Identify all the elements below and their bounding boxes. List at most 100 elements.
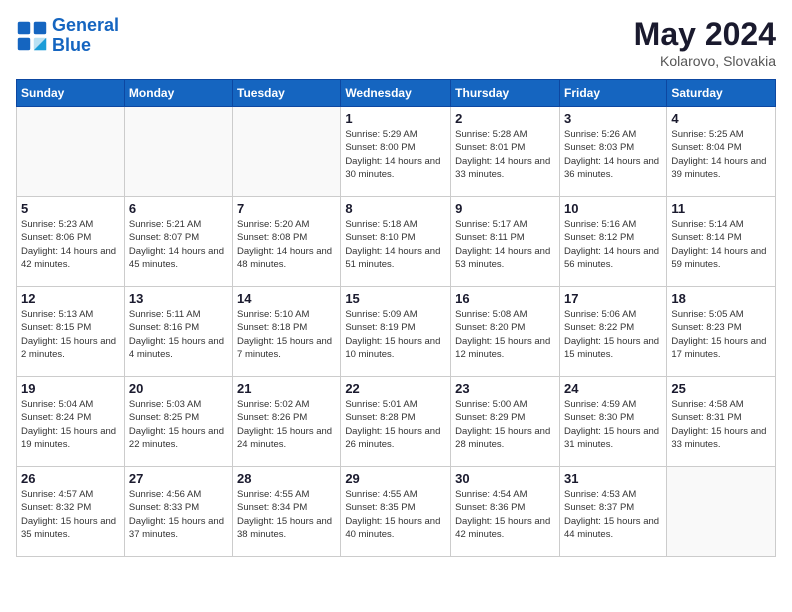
day-number: 10 xyxy=(564,201,662,216)
day-number: 26 xyxy=(21,471,120,486)
calendar-cell: 18Sunrise: 5:05 AM Sunset: 8:23 PM Dayli… xyxy=(667,287,776,377)
day-info: Sunrise: 5:09 AM Sunset: 8:19 PM Dayligh… xyxy=(345,308,446,361)
day-number: 5 xyxy=(21,201,120,216)
calendar-cell: 11 Sunrise: 5:14 AM Sunset: 8:14 PM Dayli… xyxy=(667,197,776,287)
day-number: 4 xyxy=(671,111,771,126)
calendar-week-row: 1 Sunrise: 5:29 AM Sunset: 8:00 PM Daylig… xyxy=(17,107,776,197)
day-info: Sunrise: 5:06 AM Sunset: 8:22 PM Dayligh… xyxy=(564,308,662,361)
calendar-cell: 28 Sunrise: 4:55 AM Sunset: 8:34 PM Dayli… xyxy=(233,467,341,557)
calendar-cell xyxy=(233,107,341,197)
weekday-header-tuesday: Tuesday xyxy=(233,80,341,107)
calendar-cell: 21 Sunrise: 5:02 AM Sunset: 8:26 PM Dayli… xyxy=(233,377,341,467)
day-number: 24 xyxy=(564,381,662,396)
calendar-cell: 9 Sunrise: 5:17 AM Sunset: 8:11 PM Daylig… xyxy=(451,197,560,287)
calendar-cell: 24 Sunrise: 4:59 AM Sunset: 8:30 PM Dayli… xyxy=(559,377,666,467)
day-info: Sunrise: 4:56 AM Sunset: 8:33 PM Dayligh… xyxy=(129,488,228,541)
logo: General Blue xyxy=(16,16,119,56)
calendar-cell: 31Sunrise: 4:53 AM Sunset: 8:37 PM Dayli… xyxy=(559,467,666,557)
calendar-cell: 8Sunrise: 5:18 AM Sunset: 8:10 PM Daylig… xyxy=(341,197,451,287)
day-number: 28 xyxy=(237,471,336,486)
day-number: 23 xyxy=(455,381,555,396)
page-header: General Blue May 2024 Kolarovo, Slovakia xyxy=(16,16,776,69)
day-number: 18 xyxy=(671,291,771,306)
logo-text: General Blue xyxy=(52,16,119,56)
calendar-cell: 22Sunrise: 5:01 AM Sunset: 8:28 PM Dayli… xyxy=(341,377,451,467)
calendar-cell: 2Sunrise: 5:28 AM Sunset: 8:01 PM Daylig… xyxy=(451,107,560,197)
calendar-cell: 26 Sunrise: 4:57 AM Sunset: 8:32 PM Dayli… xyxy=(17,467,125,557)
day-info: Sunrise: 5:10 AM Sunset: 8:18 PM Dayligh… xyxy=(237,308,336,361)
day-info: Sunrise: 5:02 AM Sunset: 8:26 PM Dayligh… xyxy=(237,398,336,451)
day-info: Sunrise: 5:21 AM Sunset: 8:07 PM Dayligh… xyxy=(129,218,228,271)
day-number: 7 xyxy=(237,201,336,216)
day-info: Sunrise: 4:57 AM Sunset: 8:32 PM Dayligh… xyxy=(21,488,120,541)
day-number: 25 xyxy=(671,381,771,396)
day-info: Sunrise: 5:25 AM Sunset: 8:04 PM Dayligh… xyxy=(671,128,771,181)
calendar-cell: 3Sunrise: 5:26 AM Sunset: 8:03 PM Daylig… xyxy=(559,107,666,197)
calendar-cell: 6 Sunrise: 5:21 AM Sunset: 8:07 PM Daylig… xyxy=(124,197,232,287)
location: Kolarovo, Slovakia xyxy=(634,53,776,69)
day-info: Sunrise: 5:08 AM Sunset: 8:20 PM Dayligh… xyxy=(455,308,555,361)
day-info: Sunrise: 5:16 AM Sunset: 8:12 PM Dayligh… xyxy=(564,218,662,271)
weekday-header-saturday: Saturday xyxy=(667,80,776,107)
weekday-header-sunday: Sunday xyxy=(17,80,125,107)
calendar-table: SundayMondayTuesdayWednesdayThursdayFrid… xyxy=(16,79,776,557)
calendar-week-row: 26 Sunrise: 4:57 AM Sunset: 8:32 PM Dayli… xyxy=(17,467,776,557)
day-number: 14 xyxy=(237,291,336,306)
day-number: 29 xyxy=(345,471,446,486)
day-info: Sunrise: 5:13 AM Sunset: 8:15 PM Dayligh… xyxy=(21,308,120,361)
day-number: 2 xyxy=(455,111,555,126)
day-info: Sunrise: 5:29 AM Sunset: 8:00 PM Dayligh… xyxy=(345,128,446,181)
day-number: 20 xyxy=(129,381,228,396)
calendar-cell: 15 Sunrise: 5:09 AM Sunset: 8:19 PM Dayli… xyxy=(341,287,451,377)
calendar-cell: 14 Sunrise: 5:10 AM Sunset: 8:18 PM Dayli… xyxy=(233,287,341,377)
calendar-cell xyxy=(17,107,125,197)
calendar-cell: 10 Sunrise: 5:16 AM Sunset: 8:12 PM Dayli… xyxy=(559,197,666,287)
weekday-header-friday: Friday xyxy=(559,80,666,107)
day-number: 9 xyxy=(455,201,555,216)
day-info: Sunrise: 5:23 AM Sunset: 8:06 PM Dayligh… xyxy=(21,218,120,271)
day-number: 22 xyxy=(345,381,446,396)
calendar-cell: 29Sunrise: 4:55 AM Sunset: 8:35 PM Dayli… xyxy=(341,467,451,557)
weekday-header-row: SundayMondayTuesdayWednesdayThursdayFrid… xyxy=(17,80,776,107)
day-number: 13 xyxy=(129,291,228,306)
calendar-cell: 12 Sunrise: 5:13 AM Sunset: 8:15 PM Dayli… xyxy=(17,287,125,377)
title-block: May 2024 Kolarovo, Slovakia xyxy=(634,16,776,69)
day-number: 11 xyxy=(671,201,771,216)
day-info: Sunrise: 5:03 AM Sunset: 8:25 PM Dayligh… xyxy=(129,398,228,451)
calendar-cell: 30Sunrise: 4:54 AM Sunset: 8:36 PM Dayli… xyxy=(451,467,560,557)
day-info: Sunrise: 5:14 AM Sunset: 8:14 PM Dayligh… xyxy=(671,218,771,271)
day-info: Sunrise: 5:17 AM Sunset: 8:11 PM Dayligh… xyxy=(455,218,555,271)
day-info: Sunrise: 5:00 AM Sunset: 8:29 PM Dayligh… xyxy=(455,398,555,451)
day-info: Sunrise: 5:11 AM Sunset: 8:16 PM Dayligh… xyxy=(129,308,228,361)
day-number: 17 xyxy=(564,291,662,306)
weekday-header-wednesday: Wednesday xyxy=(341,80,451,107)
day-info: Sunrise: 4:59 AM Sunset: 8:30 PM Dayligh… xyxy=(564,398,662,451)
day-info: Sunrise: 5:20 AM Sunset: 8:08 PM Dayligh… xyxy=(237,218,336,271)
weekday-header-monday: Monday xyxy=(124,80,232,107)
day-number: 6 xyxy=(129,201,228,216)
calendar-cell: 25 Sunrise: 4:58 AM Sunset: 8:31 PM Dayli… xyxy=(667,377,776,467)
day-number: 15 xyxy=(345,291,446,306)
day-number: 27 xyxy=(129,471,228,486)
calendar-week-row: 12 Sunrise: 5:13 AM Sunset: 8:15 PM Dayli… xyxy=(17,287,776,377)
calendar-cell: 27 Sunrise: 4:56 AM Sunset: 8:33 PM Dayli… xyxy=(124,467,232,557)
calendar-cell: 16 Sunrise: 5:08 AM Sunset: 8:20 PM Dayli… xyxy=(451,287,560,377)
day-info: Sunrise: 5:18 AM Sunset: 8:10 PM Dayligh… xyxy=(345,218,446,271)
day-number: 1 xyxy=(345,111,446,126)
day-number: 16 xyxy=(455,291,555,306)
day-info: Sunrise: 4:58 AM Sunset: 8:31 PM Dayligh… xyxy=(671,398,771,451)
day-info: Sunrise: 4:55 AM Sunset: 8:34 PM Dayligh… xyxy=(237,488,336,541)
day-number: 12 xyxy=(21,291,120,306)
calendar-cell xyxy=(124,107,232,197)
calendar-cell: 1 Sunrise: 5:29 AM Sunset: 8:00 PM Daylig… xyxy=(341,107,451,197)
day-number: 21 xyxy=(237,381,336,396)
logo-icon xyxy=(16,20,48,52)
calendar-cell: 4 Sunrise: 5:25 AM Sunset: 8:04 PM Daylig… xyxy=(667,107,776,197)
calendar-cell: 17 Sunrise: 5:06 AM Sunset: 8:22 PM Dayli… xyxy=(559,287,666,377)
calendar-week-row: 19Sunrise: 5:04 AM Sunset: 8:24 PM Dayli… xyxy=(17,377,776,467)
day-number: 3 xyxy=(564,111,662,126)
calendar-cell xyxy=(667,467,776,557)
calendar-cell: 20 Sunrise: 5:03 AM Sunset: 8:25 PM Dayli… xyxy=(124,377,232,467)
calendar-week-row: 5 Sunrise: 5:23 AM Sunset: 8:06 PM Daylig… xyxy=(17,197,776,287)
calendar-cell: 7 Sunrise: 5:20 AM Sunset: 8:08 PM Daylig… xyxy=(233,197,341,287)
